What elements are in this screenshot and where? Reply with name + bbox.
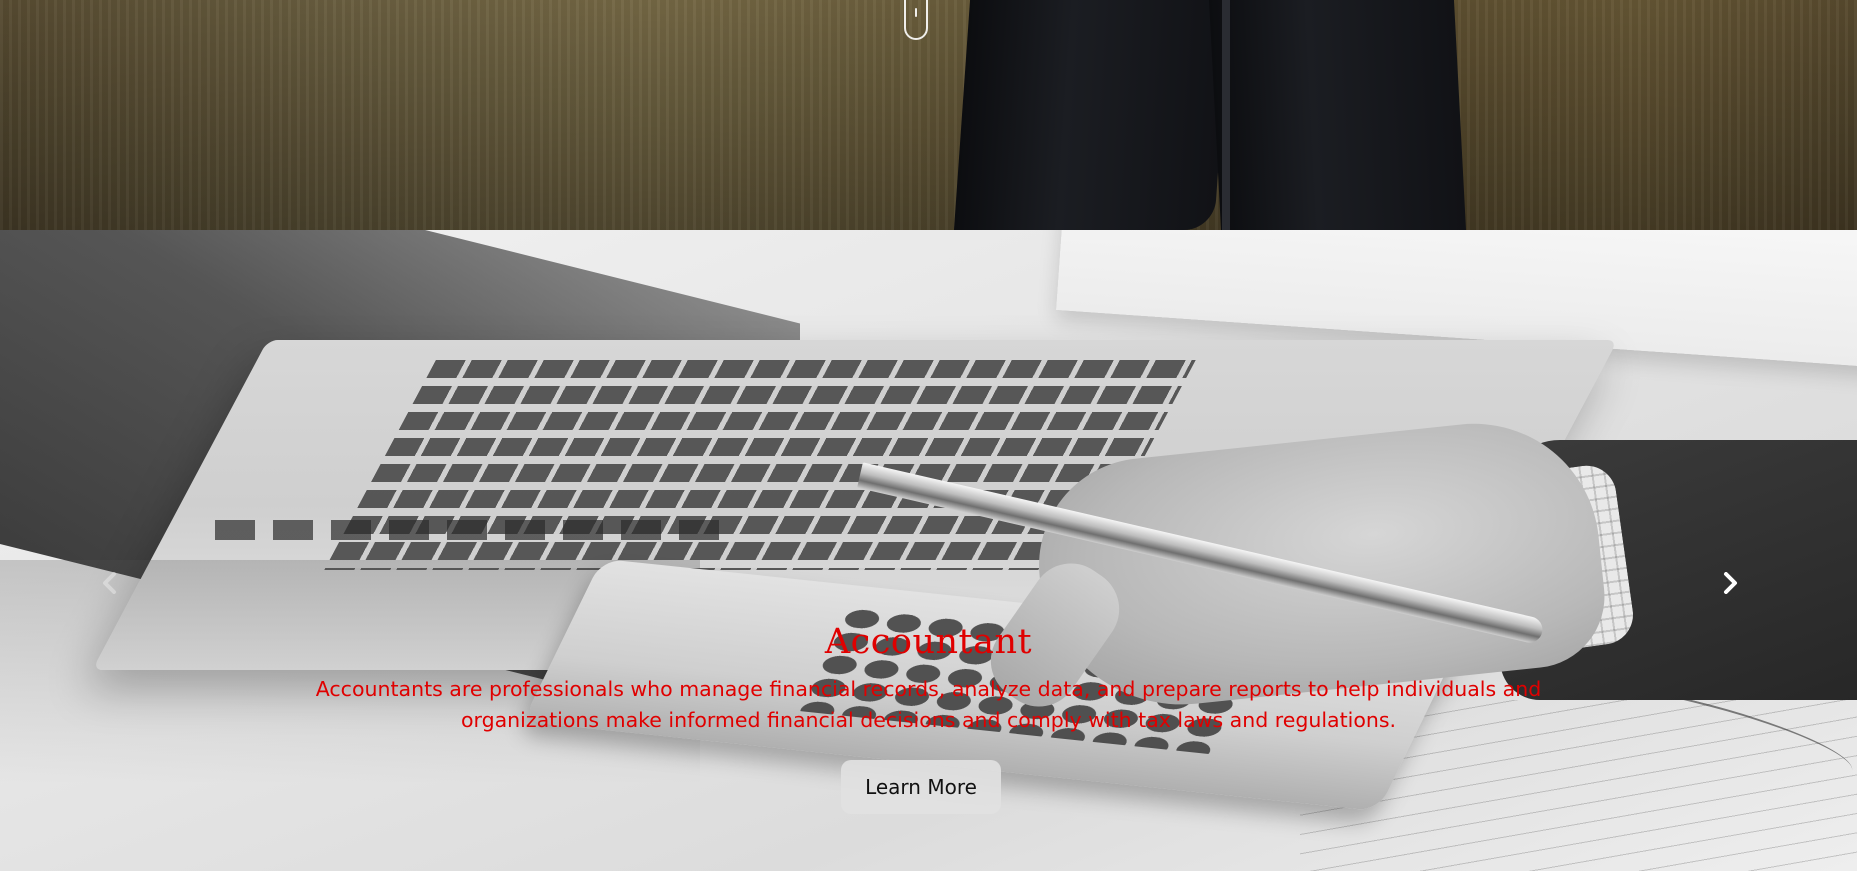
hero-background <box>0 0 1857 230</box>
jeans-right-leg <box>1208 0 1467 230</box>
learn-more-button[interactable]: Learn More <box>841 760 1001 814</box>
wood-floor-texture <box>0 0 1857 230</box>
chevron-right-icon <box>1724 572 1737 594</box>
slide-description: Accountants are professionals who manage… <box>315 677 1542 732</box>
slide-caption: Accountant Accountants are professionals… <box>0 620 1857 736</box>
jeans-seam <box>1222 0 1230 230</box>
mouse-scroll-icon[interactable] <box>904 0 928 40</box>
slide-title: Accountant <box>824 622 1033 662</box>
chevron-left-icon <box>103 572 116 594</box>
carousel-next-button[interactable] <box>1710 560 1750 606</box>
laptop-ports-image <box>215 520 735 540</box>
carousel-prev-button[interactable] <box>90 560 130 606</box>
jeans-left-leg <box>953 0 1231 230</box>
